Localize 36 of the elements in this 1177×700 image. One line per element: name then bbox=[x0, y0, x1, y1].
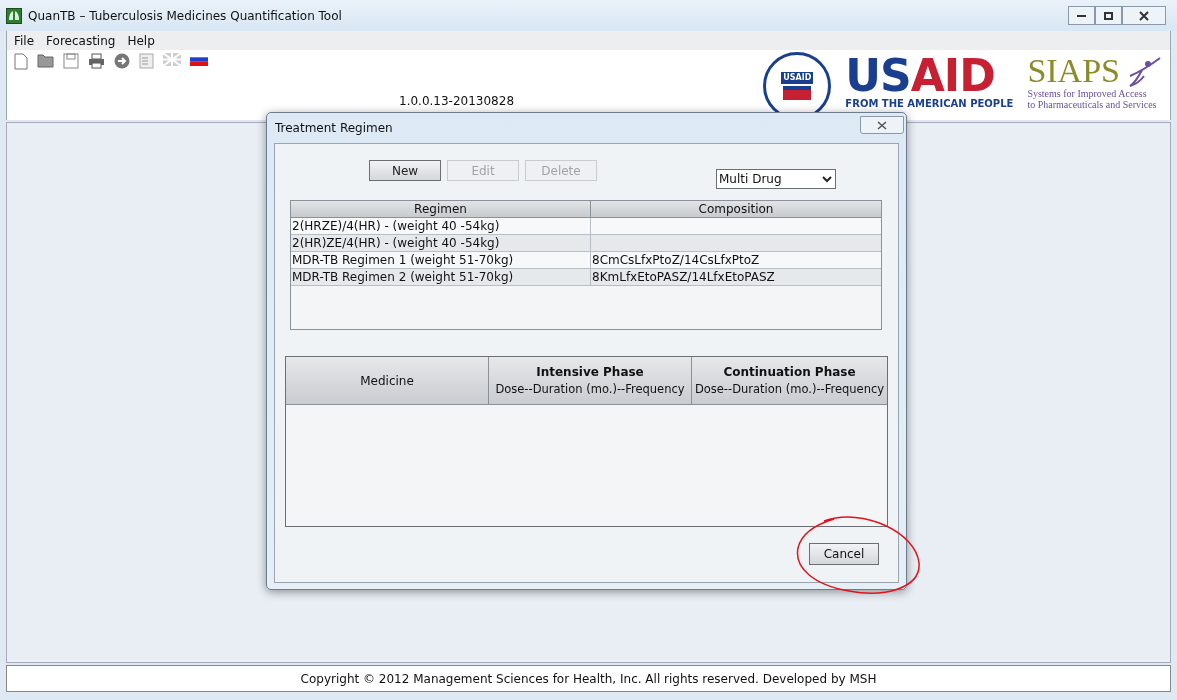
menu-item[interactable]: Help bbox=[127, 31, 155, 50]
dropdown[interactable]: Multi Drug bbox=[716, 169, 836, 189]
print-icon[interactable] bbox=[88, 53, 105, 69]
column-header[interactable]: Regimen bbox=[291, 201, 591, 217]
menu-item[interactable]: Forecasting bbox=[46, 31, 116, 50]
version-label: 1.0.0.13-20130828 bbox=[399, 94, 515, 108]
close-button[interactable] bbox=[1122, 6, 1166, 25]
window-title: QuanTB – Tuberculosis Medicines Quantification Tool bbox=[28, 7, 342, 25]
lungs-icon bbox=[6, 7, 22, 24]
close-icon bbox=[1139, 10, 1149, 21]
dialog-title: Treatment Regimen bbox=[275, 120, 393, 137]
table-cell[interactable]: 8CmCsLfxPtoZ/14CsLfxPtoZ bbox=[591, 252, 881, 268]
usaid-tagline: FROM THE AMERICAN PEOPLE bbox=[845, 97, 1014, 111]
column-header[interactable]: Intensive Phase Dose--Duration (mo.)--Frequency bbox=[489, 357, 692, 404]
column-header[interactable]: Medicine bbox=[286, 357, 489, 404]
copyright-text: Copyright © 2012 Management Sciences for Health, Inc. All rights reserved. Developed by MSH bbox=[300, 670, 877, 688]
cancel-button[interactable]: Cancel bbox=[809, 543, 879, 565]
maximize-button[interactable] bbox=[1095, 6, 1122, 25]
table-cell[interactable]: MDR-TB Regimen 2 (weight 51-70kg) bbox=[291, 269, 591, 285]
table-cell[interactable]: MDR-TB Regimen 1 (weight 51-70kg) bbox=[291, 252, 591, 268]
file-icon[interactable] bbox=[14, 53, 28, 70]
menu-item[interactable]: File bbox=[14, 31, 35, 50]
close-icon bbox=[877, 120, 887, 130]
column-header[interactable]: Composition bbox=[591, 201, 881, 217]
save-icon[interactable] bbox=[63, 53, 79, 69]
folder-icon[interactable] bbox=[37, 53, 54, 68]
close-button[interactable] bbox=[860, 116, 904, 134]
column-header[interactable]: Continuation Phase Dose--Duration (mo.)--Frequency bbox=[692, 357, 887, 404]
toolbar-button[interactable]: New bbox=[369, 160, 441, 181]
chevron-down-icon bbox=[822, 175, 832, 183]
siaps-tagline: Systems for Improved Access bbox=[1027, 88, 1148, 99]
table-cell[interactable]: 8KmLfxEtoPASZ/14LfxEtoPASZ bbox=[591, 269, 881, 285]
minimize-button[interactable] bbox=[1068, 6, 1095, 25]
siaps-tagline: to Pharmaceuticals and Services bbox=[1027, 99, 1158, 110]
siaps-logo-text: SIAPS bbox=[1027, 54, 1120, 88]
usaid-logo-text: USAID bbox=[845, 56, 995, 96]
